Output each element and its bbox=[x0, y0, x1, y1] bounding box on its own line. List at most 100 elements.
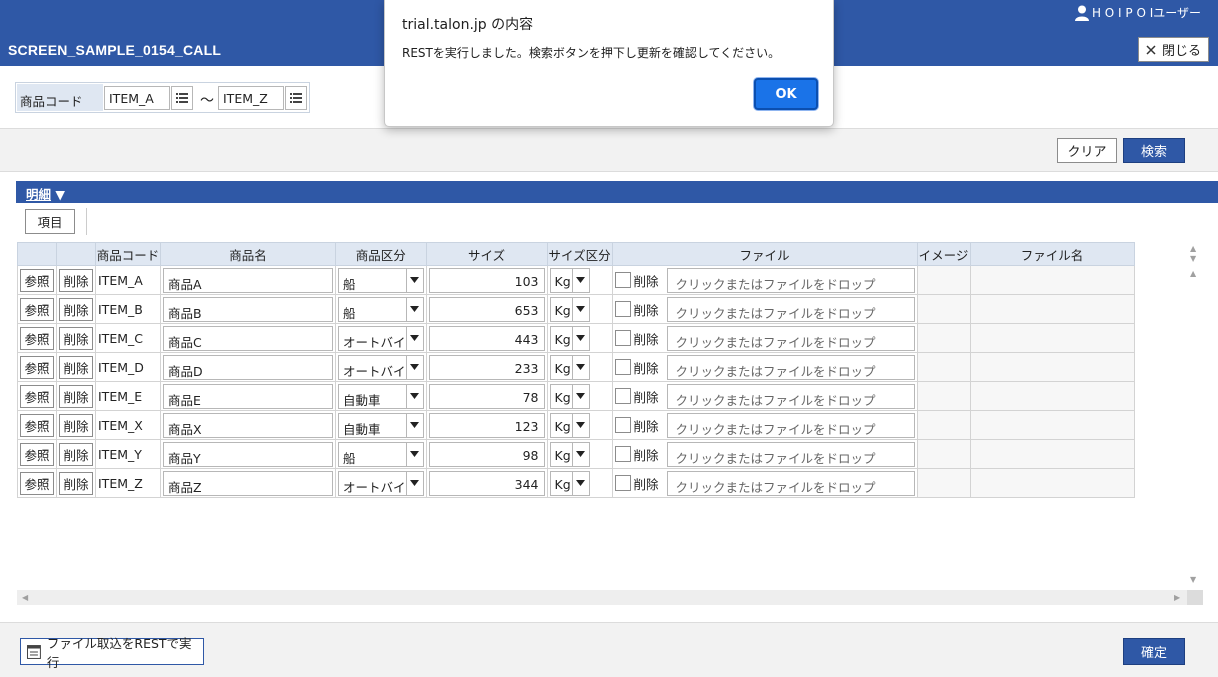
dropdown-button[interactable] bbox=[405, 384, 423, 408]
dropdown-button[interactable] bbox=[571, 384, 589, 408]
file-drop-zone[interactable]: クリックまたはファイルをドロップ bbox=[666, 296, 915, 322]
col-file[interactable]: ファイル bbox=[611, 242, 918, 266]
file-delete-checkbox[interactable] bbox=[614, 388, 631, 404]
ref-button[interactable]: 参照 bbox=[20, 268, 54, 292]
ok-button[interactable]: OK bbox=[754, 78, 818, 110]
dropdown-button[interactable] bbox=[571, 297, 589, 321]
col-filename[interactable]: ファイル名 bbox=[969, 242, 1135, 266]
dropdown-button[interactable] bbox=[571, 355, 589, 379]
size-input[interactable]: 103 bbox=[428, 267, 545, 293]
dropdown-button[interactable] bbox=[405, 471, 423, 495]
category-select[interactable]: 船 bbox=[338, 441, 424, 467]
dropdown-button[interactable] bbox=[405, 326, 423, 350]
ref-button[interactable]: 参照 bbox=[20, 355, 54, 379]
category-select[interactable]: 船 bbox=[338, 267, 424, 293]
name-input[interactable]: 商品B bbox=[163, 296, 333, 322]
items-button[interactable]: 項目 bbox=[25, 209, 75, 234]
ref-button[interactable]: 参照 bbox=[20, 326, 54, 350]
file-drop-zone[interactable]: クリックまたはファイルをドロップ bbox=[666, 325, 915, 351]
delete-row-button[interactable]: 削除 bbox=[59, 326, 93, 350]
file-delete-checkbox[interactable] bbox=[614, 417, 631, 433]
size-input[interactable]: 344 bbox=[428, 470, 545, 496]
code-to-input[interactable]: ITEM_Z bbox=[218, 86, 284, 110]
unit-select[interactable]: Kg bbox=[549, 441, 590, 467]
file-delete-checkbox[interactable] bbox=[614, 475, 631, 491]
scroll-up-icon[interactable]: ▲ bbox=[1190, 245, 1196, 253]
dropdown-button[interactable] bbox=[405, 442, 423, 466]
size-input[interactable]: 98 bbox=[428, 441, 545, 467]
unit-select[interactable]: Kg bbox=[549, 325, 590, 351]
delete-row-button[interactable]: 削除 bbox=[59, 471, 93, 495]
ref-button[interactable]: 参照 bbox=[20, 442, 54, 466]
scroll-down-small-icon[interactable]: ▼ bbox=[1190, 255, 1196, 263]
col-image[interactable]: イメージ bbox=[916, 242, 971, 266]
name-input[interactable]: 商品C bbox=[163, 325, 333, 351]
delete-row-button[interactable]: 削除 bbox=[59, 297, 93, 321]
col-size[interactable]: サイズ bbox=[425, 242, 548, 266]
unit-select[interactable]: Kg bbox=[549, 470, 590, 496]
clear-button[interactable]: クリア bbox=[1057, 138, 1117, 163]
code-from-list-button[interactable] bbox=[171, 86, 193, 110]
name-input[interactable]: 商品A bbox=[163, 267, 333, 293]
search-button[interactable]: 検索 bbox=[1123, 138, 1185, 163]
col-size-unit[interactable]: サイズ区分 bbox=[546, 242, 613, 266]
size-input[interactable]: 78 bbox=[428, 383, 545, 409]
close-button[interactable]: 閉じる bbox=[1138, 37, 1209, 62]
dropdown-button[interactable] bbox=[405, 268, 423, 292]
name-input[interactable]: 商品X bbox=[163, 412, 333, 438]
scroll-right-icon[interactable]: ▶ bbox=[1174, 594, 1180, 602]
delete-row-button[interactable]: 削除 bbox=[59, 413, 93, 437]
dropdown-button[interactable] bbox=[571, 413, 589, 437]
delete-row-button[interactable]: 削除 bbox=[59, 268, 93, 292]
dropdown-button[interactable] bbox=[571, 471, 589, 495]
file-delete-checkbox[interactable] bbox=[614, 359, 631, 375]
vertical-scrollbar[interactable]: ▲ ▼ ▲ ▼ bbox=[1187, 242, 1201, 590]
col-category[interactable]: 商品区分 bbox=[335, 242, 427, 266]
name-input[interactable]: 商品Y bbox=[163, 441, 333, 467]
scroll-left-icon[interactable]: ◀ bbox=[22, 594, 28, 602]
confirm-button[interactable]: 確定 bbox=[1123, 638, 1185, 665]
dropdown-button[interactable] bbox=[405, 355, 423, 379]
unit-select[interactable]: Kg bbox=[549, 296, 590, 322]
category-select[interactable]: オートバイ bbox=[338, 354, 424, 380]
size-input[interactable]: 653 bbox=[428, 296, 545, 322]
delete-row-button[interactable]: 削除 bbox=[59, 442, 93, 466]
file-drop-zone[interactable]: クリックまたはファイルをドロップ bbox=[666, 412, 915, 438]
unit-select[interactable]: Kg bbox=[549, 412, 590, 438]
size-input[interactable]: 123 bbox=[428, 412, 545, 438]
horizontal-scrollbar[interactable]: ◀ ▶ bbox=[17, 590, 1187, 605]
ref-button[interactable]: 参照 bbox=[20, 297, 54, 321]
file-delete-checkbox[interactable] bbox=[614, 301, 631, 317]
category-select[interactable]: オートバイ bbox=[338, 470, 424, 496]
ref-button[interactable]: 参照 bbox=[20, 413, 54, 437]
dropdown-button[interactable] bbox=[405, 413, 423, 437]
ref-button[interactable]: 参照 bbox=[20, 384, 54, 408]
code-to-list-button[interactable] bbox=[285, 86, 307, 110]
category-select[interactable]: 自動車 bbox=[338, 412, 424, 438]
file-drop-zone[interactable]: クリックまたはファイルをドロップ bbox=[666, 441, 915, 467]
name-input[interactable]: 商品D bbox=[163, 354, 333, 380]
scroll-up-icon[interactable]: ▲ bbox=[1190, 270, 1196, 278]
unit-select[interactable]: Kg bbox=[549, 267, 590, 293]
col-code[interactable]: 商品コード bbox=[95, 242, 161, 266]
delete-row-button[interactable]: 削除 bbox=[59, 384, 93, 408]
dropdown-button[interactable] bbox=[571, 442, 589, 466]
category-select[interactable]: 船 bbox=[338, 296, 424, 322]
category-select[interactable]: 自動車 bbox=[338, 383, 424, 409]
dropdown-button[interactable] bbox=[571, 326, 589, 350]
name-input[interactable]: 商品E bbox=[163, 383, 333, 409]
col-name[interactable]: 商品名 bbox=[160, 242, 336, 266]
file-drop-zone[interactable]: クリックまたはファイルをドロップ bbox=[666, 470, 915, 496]
file-delete-checkbox[interactable] bbox=[614, 330, 631, 346]
dropdown-button[interactable] bbox=[571, 268, 589, 292]
scroll-down-icon[interactable]: ▼ bbox=[1190, 576, 1196, 584]
unit-select[interactable]: Kg bbox=[549, 383, 590, 409]
file-drop-zone[interactable]: クリックまたはファイルをドロップ bbox=[666, 267, 915, 293]
code-from-input[interactable]: ITEM_A bbox=[104, 86, 170, 110]
file-delete-checkbox[interactable] bbox=[614, 446, 631, 462]
ref-button[interactable]: 参照 bbox=[20, 471, 54, 495]
category-select[interactable]: オートバイ bbox=[338, 325, 424, 351]
size-input[interactable]: 443 bbox=[428, 325, 545, 351]
file-drop-zone[interactable]: クリックまたはファイルをドロップ bbox=[666, 354, 915, 380]
file-drop-zone[interactable]: クリックまたはファイルをドロップ bbox=[666, 383, 915, 409]
